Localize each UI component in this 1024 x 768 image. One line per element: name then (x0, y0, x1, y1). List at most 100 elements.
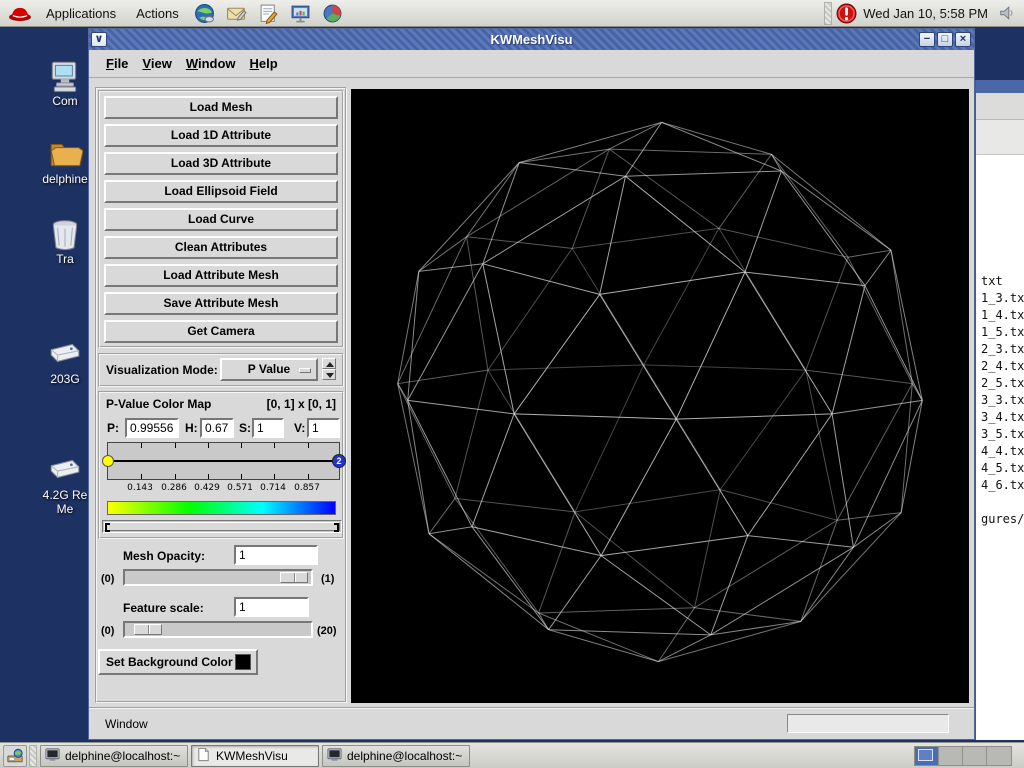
calc-icon[interactable] (321, 2, 345, 24)
feature-scale-min: (0) (101, 625, 114, 637)
applet-drag-handle[interactable] (824, 2, 832, 25)
scrollbar-right-bracket-icon (334, 523, 339, 532)
set-background-color-button[interactable]: Set Background Color (98, 649, 258, 675)
mesh-edge (609, 149, 771, 154)
render-viewport[interactable] (351, 89, 969, 703)
clock[interactable]: Wed Jan 10, 5:58 PM (863, 6, 988, 21)
workspace-3[interactable] (963, 747, 987, 765)
mesh-opacity-slider-thumb[interactable] (280, 572, 308, 583)
mesh-edge (398, 237, 467, 384)
minimize-icon[interactable]: − (919, 32, 935, 47)
applications-menu[interactable]: Applications (36, 6, 126, 21)
feature-scale-slider[interactable] (123, 621, 313, 638)
task-button-1[interactable]: KWMeshVisu (191, 745, 319, 767)
mesh-edge (472, 414, 514, 527)
mesh-edge (658, 621, 800, 661)
mesh-opacity-input[interactable] (234, 545, 318, 565)
plot-tick (208, 474, 209, 479)
visualization-mode-dropdown[interactable]: P Value (220, 358, 318, 381)
speaker-icon[interactable] (998, 4, 1016, 22)
scrollbar-thumb[interactable] (104, 522, 340, 531)
colormap-scrollbar[interactable] (102, 520, 342, 533)
terminal-icon (327, 747, 347, 765)
spinner-down-icon[interactable] (322, 369, 336, 380)
spinner-up-icon[interactable] (322, 358, 336, 369)
mesh-edge (801, 547, 854, 621)
workspace-4[interactable] (987, 747, 1011, 765)
menu-view[interactable]: View (135, 53, 178, 74)
colormap-function-plot[interactable]: 2 (107, 442, 340, 480)
button-get-camera[interactable]: Get Camera (104, 320, 338, 343)
close-icon[interactable]: × (955, 32, 971, 47)
mesh-edge (398, 384, 455, 499)
plot-tick (141, 474, 142, 479)
task-button-0[interactable]: delphine@localhost:~ (40, 745, 188, 767)
mesh-edge (601, 556, 711, 635)
mesh-edge (609, 122, 661, 149)
field-label-h: H: (185, 421, 198, 435)
window-menu-icon[interactable]: ∨ (91, 32, 107, 47)
feature-scale-input[interactable] (234, 597, 309, 617)
mesh-edge (549, 630, 711, 635)
feature-scale-slider-thumb[interactable] (134, 624, 162, 635)
task-button-label: delphine@localhost:~ (65, 749, 180, 763)
button-load-attribute-mesh[interactable]: Load Attribute Mesh (104, 264, 338, 287)
taskbar-drag-handle[interactable] (29, 745, 37, 767)
mesh-edge (676, 419, 748, 535)
button-save-attribute-mesh[interactable]: Save Attribute Mesh (104, 292, 338, 315)
mesh-edge (419, 163, 519, 272)
mesh-opacity-min: (0) (101, 573, 114, 585)
background-color-swatch[interactable] (235, 654, 251, 670)
background-terminal-window[interactable]: txt 1_3.tx 1_4.tx 1_5.tx 2_3.tx 2_4.tx 2… (975, 80, 1024, 740)
mesh-edge (455, 498, 539, 613)
mesh-edge (781, 171, 891, 250)
button-load-mesh[interactable]: Load Mesh (104, 96, 338, 119)
field-input-p[interactable] (125, 418, 179, 438)
mesh-edge (455, 370, 488, 498)
field-input-h[interactable] (200, 418, 234, 438)
menu-file[interactable]: File (99, 53, 135, 74)
field-input-v[interactable] (307, 418, 340, 438)
button-load-1d-attribute[interactable]: Load 1D Attribute (104, 124, 338, 147)
task-button-2[interactable]: delphine@localhost:~ (322, 745, 470, 767)
email-icon[interactable] (225, 2, 249, 24)
maximize-icon[interactable]: □ (937, 32, 953, 47)
button-load-ellipsoid-field[interactable]: Load Ellipsoid Field (104, 180, 338, 203)
plot-tick (208, 443, 209, 448)
menu-help[interactable]: Help (243, 53, 285, 74)
button-load-curve[interactable]: Load Curve (104, 208, 338, 231)
plot-tick (274, 443, 275, 448)
workspace-1[interactable] (915, 747, 939, 765)
impress-icon[interactable] (289, 2, 313, 24)
wireframe-sphere-render[interactable] (351, 89, 969, 703)
mesh-edge (711, 547, 854, 635)
workspace-2[interactable] (939, 747, 963, 765)
browser-icon[interactable] (193, 2, 217, 24)
button-load-3d-attribute[interactable]: Load 3D Attribute (104, 152, 338, 175)
colormap-gradient-bar (107, 501, 336, 515)
visualization-mode-label: Visualization Mode: (106, 363, 218, 377)
background-terminal-titlebar[interactable] (976, 80, 1024, 93)
mesh-edge (519, 163, 625, 177)
actions-menu[interactable]: Actions (126, 6, 189, 21)
mesh-edge (455, 498, 575, 512)
alert-notification-icon[interactable] (836, 3, 857, 24)
panel-launchers (189, 2, 349, 24)
field-input-s[interactable] (252, 418, 284, 438)
background-terminal-menubar (976, 93, 1024, 120)
redhat-menu-icon[interactable] (8, 4, 32, 22)
show-desktop-button[interactable] (3, 745, 27, 767)
mesh-edge (748, 536, 854, 548)
button-clean-attributes[interactable]: Clean Attributes (104, 236, 338, 259)
menu-window[interactable]: Window (179, 53, 243, 74)
plot-tick (274, 474, 275, 479)
load-buttons-group: Load Mesh Load 1D Attribute Load 3D Attrib… (98, 90, 344, 348)
mesh-edge (676, 272, 745, 419)
right-control-point[interactable]: 2 (332, 454, 346, 468)
titlebar[interactable]: ∨ KWMeshVisu − □ × (89, 29, 974, 50)
left-control-point[interactable] (102, 455, 114, 467)
writer-icon[interactable] (257, 2, 281, 24)
mesh-opacity-slider[interactable] (123, 569, 313, 586)
mesh-edge (719, 154, 772, 228)
mesh-edge (901, 400, 922, 512)
